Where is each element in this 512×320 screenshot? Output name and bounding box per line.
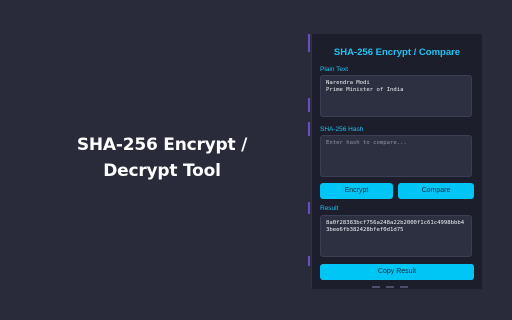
hash-label: SHA-256 Hash (320, 126, 364, 133)
background-edge-mark (308, 122, 310, 136)
promo-title: SHA-256 Encrypt / Decrypt Tool (42, 132, 282, 184)
background-edge-mark (308, 202, 310, 214)
result-label: Result (320, 205, 339, 212)
background-edge-mark (308, 98, 310, 112)
promo-title-line-2: Decrypt Tool (103, 161, 221, 181)
result-output[interactable]: 8a0f28383bcf756a248a22b2000f1c61c4998bbb… (320, 215, 472, 257)
hash-input[interactable] (320, 135, 472, 177)
cut-off-footer (372, 286, 432, 289)
plain-text-label: Plain Text (320, 66, 349, 73)
footer-fragment (386, 286, 394, 288)
footer-fragment (372, 286, 380, 288)
footer-fragment (400, 286, 408, 288)
encrypt-button[interactable]: Encrypt (320, 183, 393, 199)
compare-button[interactable]: Compare (398, 183, 474, 199)
promo-title-line-1: SHA-256 Encrypt / (76, 135, 248, 155)
background-edge-mark (308, 256, 310, 266)
screenshot-stage: SHA-256 Encrypt / Decrypt Tool SHA-256 E… (0, 0, 512, 320)
popup-title: SHA-256 Encrypt / Compare (333, 47, 461, 58)
copy-result-button[interactable]: Copy Result (320, 264, 474, 280)
background-edge-mark (308, 34, 310, 52)
extension-popup: SHA-256 Encrypt / Compare Plain Text Nar… (311, 34, 482, 289)
plain-text-input[interactable]: Narendra Modi Prime Minister of India (320, 75, 472, 117)
